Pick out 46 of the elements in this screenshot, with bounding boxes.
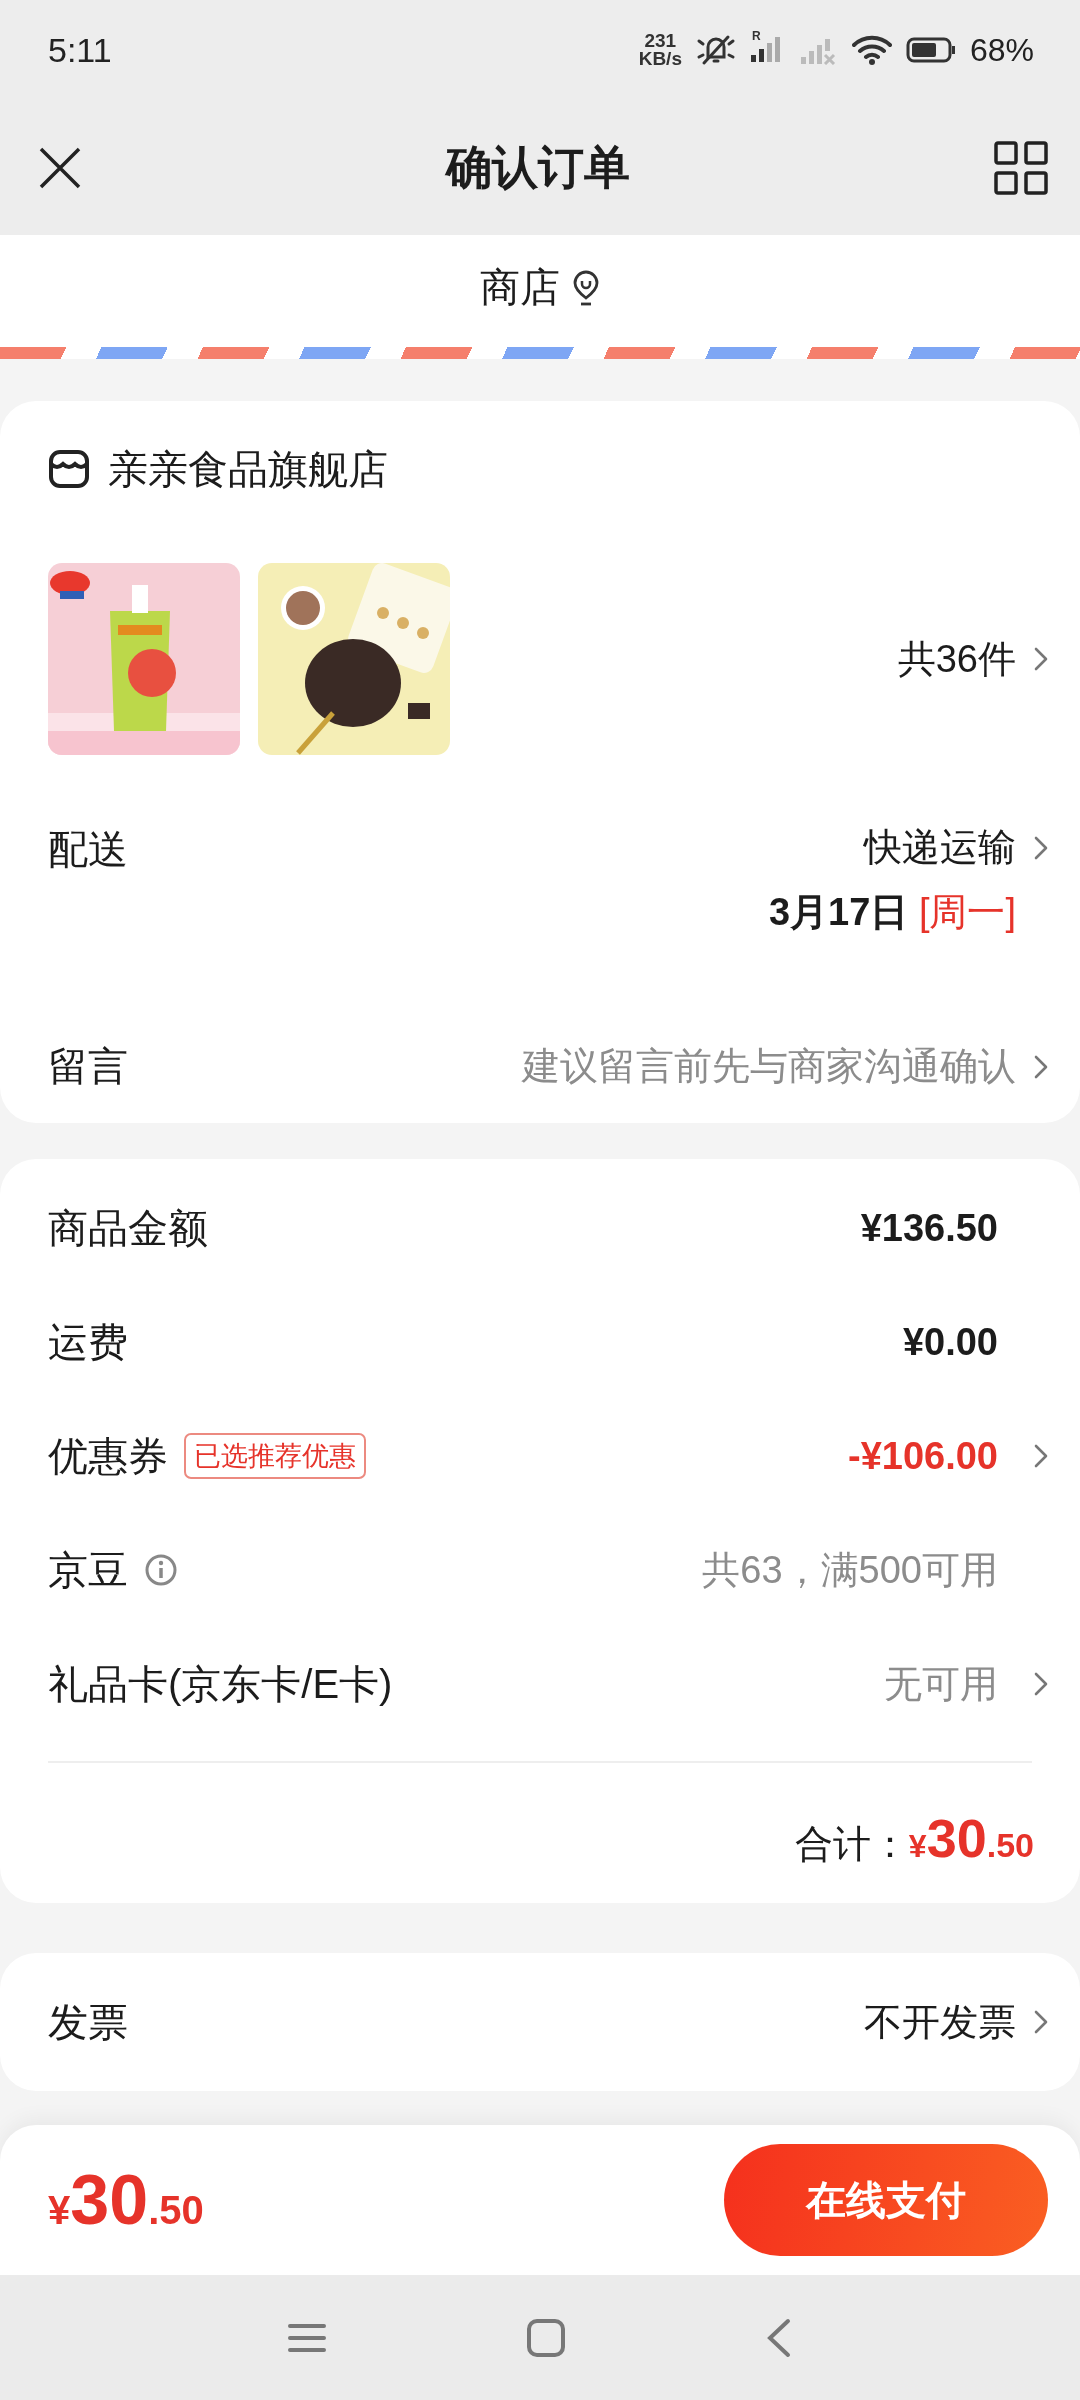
delivery-method-link[interactable]: 快递运输	[864, 822, 1048, 873]
chevron-icon	[1034, 1053, 1048, 1080]
total-label: 合计：	[794, 1822, 909, 1867]
cost-value: 共63，满500可用	[702, 1547, 998, 1593]
muted-bell-icon	[695, 33, 736, 67]
cost-value: ¥136.50	[860, 1206, 998, 1250]
clock-time: 5:11	[48, 30, 113, 70]
grid-menu-button[interactable]	[994, 140, 1048, 195]
cost-value[interactable]: 无可用	[884, 1658, 998, 1710]
battery-percent: 68%	[969, 31, 1034, 69]
battery-icon	[905, 36, 956, 64]
invoice-option-link[interactable]: 不开发票	[864, 1996, 1048, 2048]
note-link[interactable]: 建议留言前先与商家沟通确认	[522, 1041, 1048, 1092]
note-label: 留言	[48, 1043, 128, 1090]
pay-button[interactable]: 在线支付	[724, 2144, 1048, 2256]
home-square-icon[interactable]	[526, 2317, 566, 2358]
cost-label: 京豆	[48, 1546, 128, 1594]
roaming-mark: R	[751, 29, 761, 43]
coupon-tag: 已选推荐优惠	[184, 1433, 366, 1479]
wifi-icon	[851, 35, 892, 65]
cost-value: ¥0.00	[902, 1320, 998, 1364]
shop-icon	[48, 449, 90, 489]
cost-label: 优惠券	[48, 1432, 168, 1480]
cost-label: 运费	[48, 1318, 128, 1366]
back-icon[interactable]	[766, 2317, 792, 2358]
chevron-icon	[1034, 834, 1048, 861]
delivery-date: 3月17日 [周一]	[768, 890, 1017, 935]
speed-value: 231	[644, 32, 677, 50]
chevron-icon	[1034, 2009, 1048, 2035]
pay-amount: ¥30.50	[48, 2160, 204, 2240]
cost-label: 礼品卡(京东卡/E卡)	[48, 1660, 393, 1708]
speed-unit: KB/s	[638, 50, 682, 68]
shop-name: 亲亲食品旗舰店	[108, 445, 388, 493]
close-button[interactable]	[38, 145, 82, 190]
store-label: 商店	[480, 264, 560, 311]
page-title: 确认订单	[446, 139, 630, 195]
total-amount: ¥30.50	[908, 1807, 1034, 1869]
info-icon[interactable]	[144, 1553, 178, 1587]
delivery-label: 配送	[48, 826, 128, 873]
item-count-link[interactable]: 共36件	[897, 633, 1048, 685]
cost-label: 商品金额	[48, 1204, 208, 1252]
cost-value[interactable]: -¥106.00	[848, 1434, 998, 1478]
invoice-label: 发票	[48, 1998, 128, 2046]
location-pin-icon	[572, 269, 600, 306]
menu-icon[interactable]	[288, 2321, 326, 2354]
chevron-icon	[1034, 646, 1048, 672]
